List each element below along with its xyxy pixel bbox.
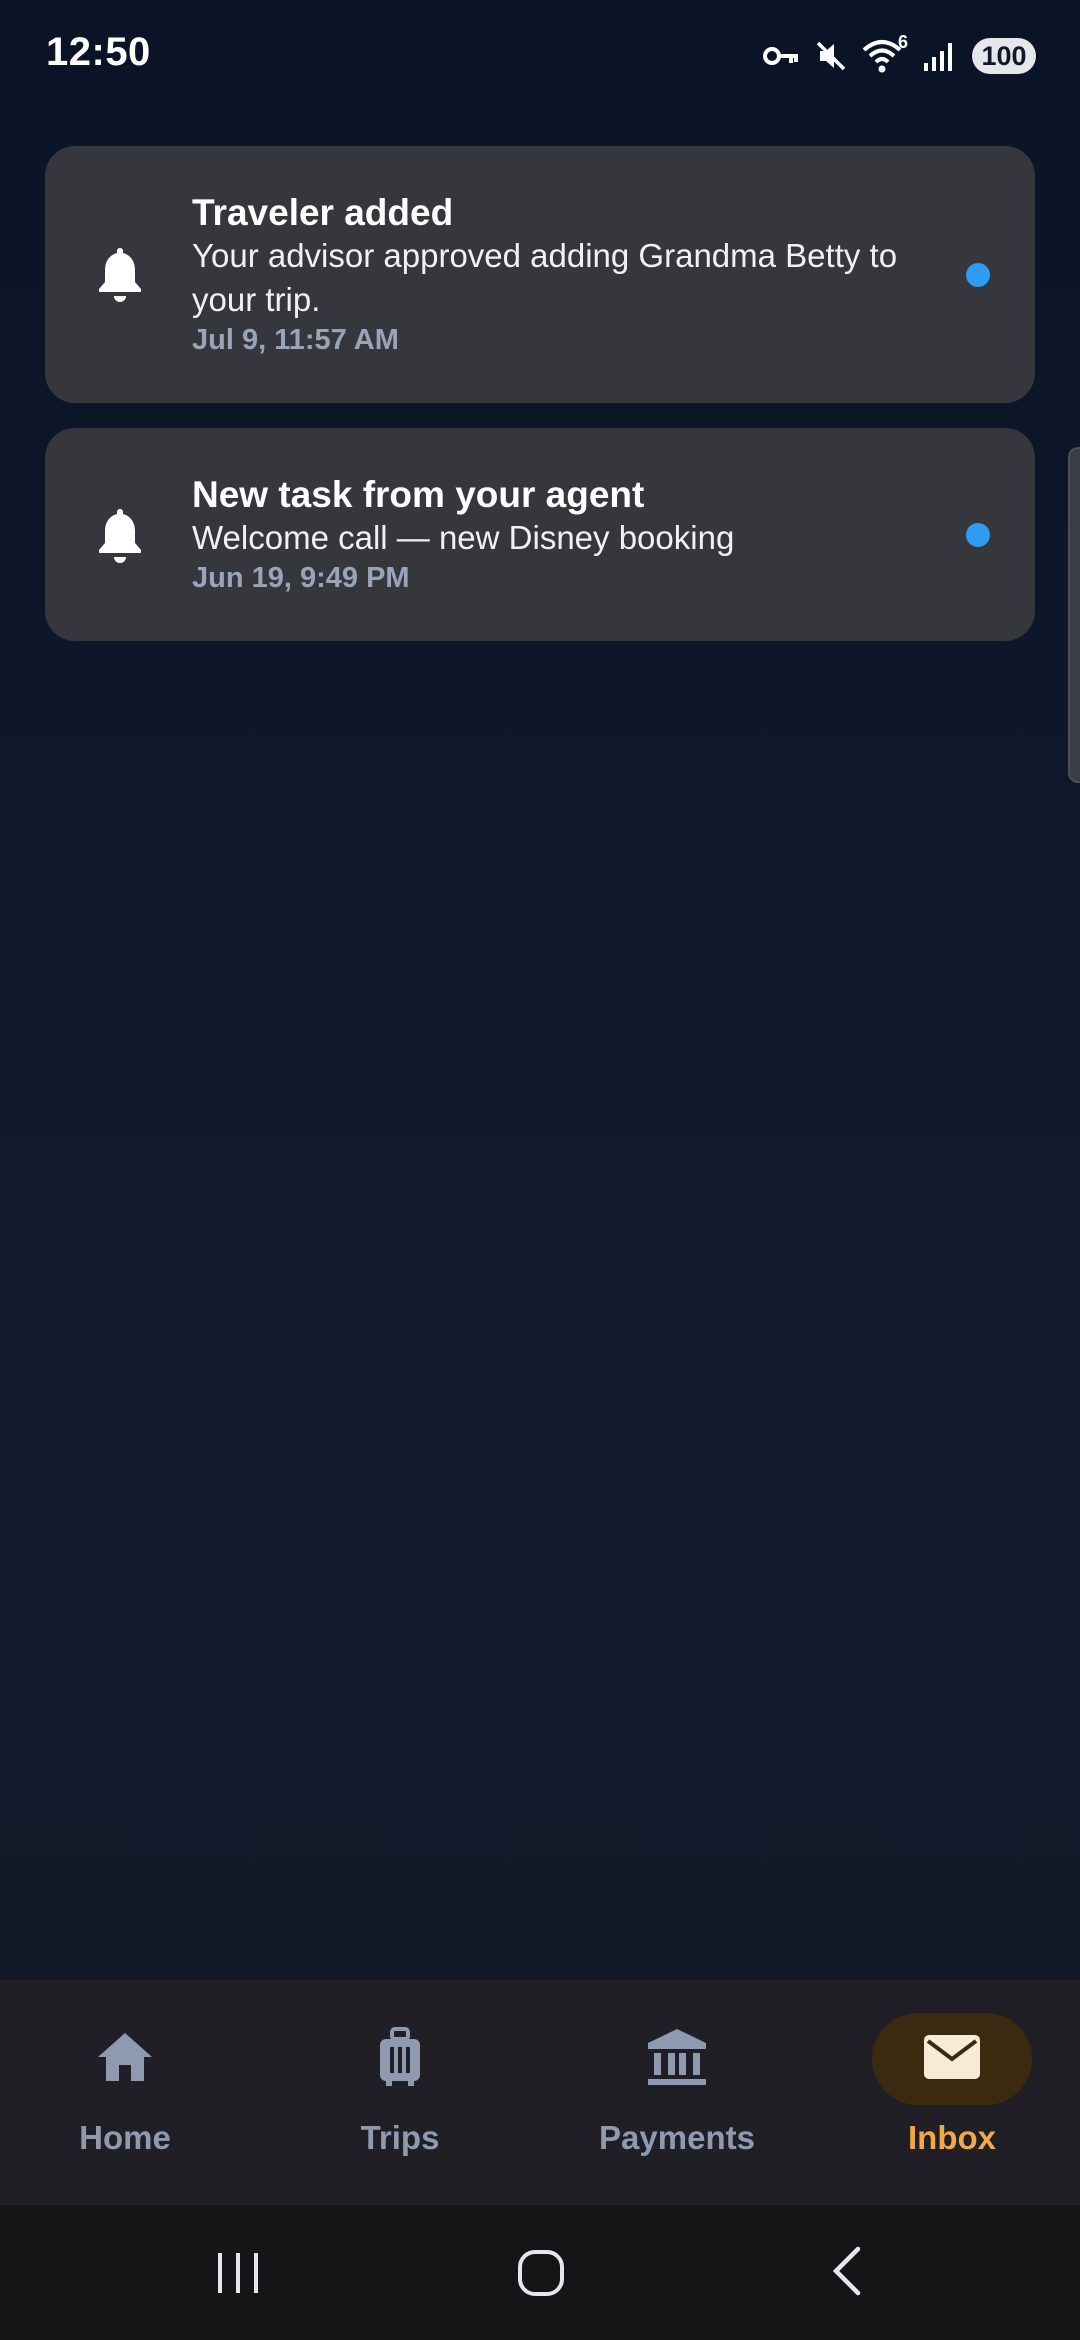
notification-list: Traveler added Your advisor approved add… [45,146,1035,666]
back-icon[interactable] [826,2241,866,2306]
envelope-icon [922,2033,982,2086]
nav-icon-container [872,2013,1032,2105]
bell-icon [95,505,145,565]
system-nav-bar [0,2205,1080,2340]
bank-icon [646,2027,708,2092]
nav-home[interactable]: Home [5,1980,245,2205]
unread-dot [966,263,990,287]
notification-content: Traveler added Your advisor approved add… [192,192,935,358]
notification-time: Jun 19, 9:49 PM [192,562,410,594]
nav-trips[interactable]: Trips [280,1980,520,2205]
notification-body: Welcome call — new Disney booking [192,519,735,556]
suitcase-icon [378,2026,422,2092]
nav-icon-container [597,2013,757,2105]
status-icons: 6 100 [762,32,1036,78]
nav-payments[interactable]: Payments [557,1980,797,2205]
notification-body: Your advisor approved adding Grandma Bet… [192,237,898,318]
mute-icon [814,39,848,73]
nav-icon-container [320,2013,480,2105]
notification-content: New task from your agent Welcome call — … [192,474,935,596]
notification-card[interactable]: New task from your agent Welcome call — … [45,428,1035,641]
home-system-icon[interactable] [516,2241,566,2306]
bell-icon [95,244,145,304]
home-icon [96,2031,154,2088]
wifi-icon: 6 [862,32,908,74]
notification-card[interactable]: Traveler added Your advisor approved add… [45,146,1035,403]
nav-label: Inbox [908,2119,996,2156]
recent-apps-icon[interactable] [216,2241,262,2306]
notification-title: Traveler added [192,192,454,233]
battery-icon: 100 [972,38,1036,74]
nav-label: Trips [360,2119,440,2156]
notification-time: Jul 9, 11:57 AM [192,324,399,356]
notification-title: New task from your agent [192,474,645,515]
unread-dot [966,523,990,547]
nav-label: Home [79,2119,171,2156]
nav-inbox[interactable]: Inbox [832,1980,1072,2205]
status-bar: 12:50 6 100 [0,0,1080,112]
wifi-badge: 6 [897,32,908,52]
nav-label: Payments [599,2119,755,2156]
signal-icon [922,39,958,73]
scroll-handle[interactable] [1068,447,1080,783]
status-time: 12:50 [46,30,151,74]
vpn-key-icon [762,44,800,68]
nav-icon-container [45,2013,205,2105]
bottom-nav: Home Trips Payments Inbox [0,1980,1080,2205]
